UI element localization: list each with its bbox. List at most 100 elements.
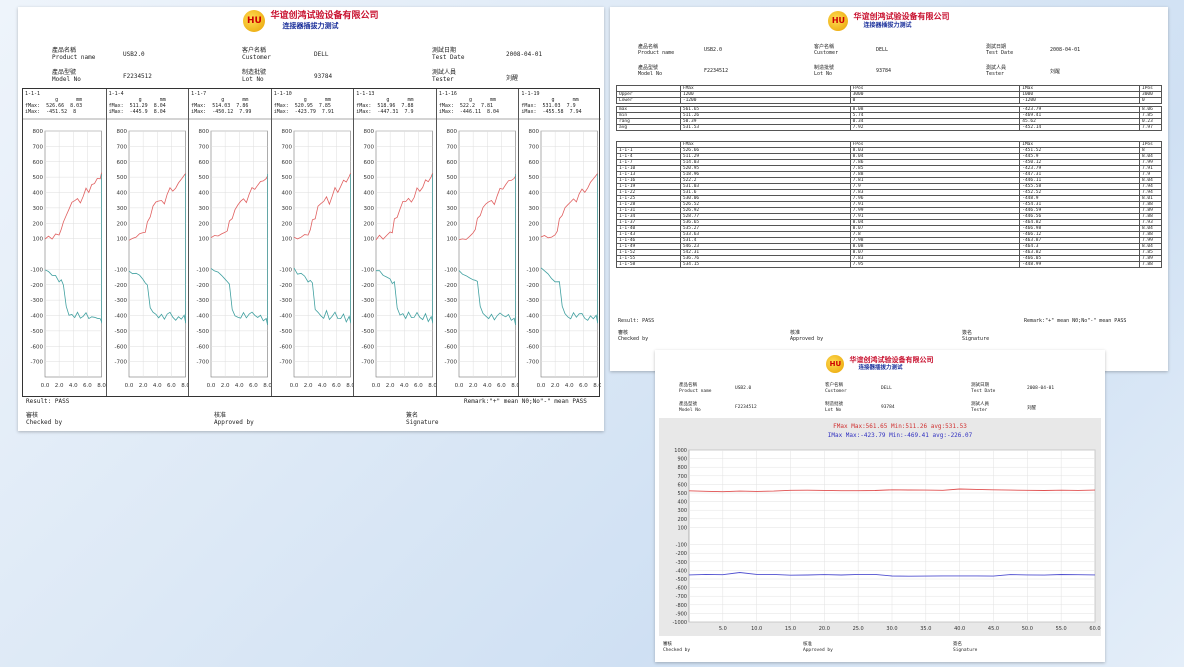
y-tick-label: 700	[281, 144, 292, 150]
x-tick-label: 4.0	[483, 383, 492, 389]
product-value: USB2.0	[735, 386, 752, 391]
x-tick-label: 0.0	[537, 383, 546, 389]
tester-value: 刘醒	[1027, 406, 1036, 411]
table-cell: 1-1-58	[616, 261, 681, 268]
customer-value: DELL	[314, 51, 329, 58]
signature: 簽名 Signature	[406, 412, 439, 426]
x-tick-label: 0.0	[289, 383, 298, 389]
lot-label: 制造批號 Lot No	[242, 69, 267, 83]
x-tick-label: 45.0	[988, 626, 999, 632]
date-label: 測試日期 Test Date	[971, 383, 996, 394]
panel-chart: 800 700 600 500 400 300 200 100 -100 -200 -300 -400…	[23, 118, 106, 389]
y-tick-label: 800	[116, 129, 127, 135]
y-tick-label: -200	[31, 283, 44, 289]
y-tick-label: -400	[362, 314, 375, 320]
panel-chart: 800 700 600 500 400 300 200 100 -100 -200 -300 -400…	[271, 118, 354, 389]
y-tick-label: 300	[446, 206, 457, 212]
y-tick-label: -500	[527, 329, 540, 335]
table-cell: Lower	[616, 97, 681, 104]
checked-by: 審核 Checked by	[618, 330, 649, 342]
test-panel: 1-1-10 g mm fMax: 520.95 7.85 iMax: -423…	[270, 89, 354, 396]
y-tick-label: 200	[364, 221, 375, 227]
y-tick-label: 200	[281, 221, 292, 227]
y-tick-label: 600	[281, 160, 292, 166]
tester-label: 測試人員 Tester	[986, 65, 1007, 77]
x-tick-label: 40.0	[954, 626, 965, 632]
y-tick-label: 1000	[674, 448, 687, 454]
tester-label: 測試人員 Tester	[432, 69, 457, 83]
y-tick-label: 700	[116, 144, 127, 150]
y-tick-label: 800	[281, 129, 292, 135]
y-tick-label: -300	[362, 298, 375, 304]
x-tick-label: 4.0	[152, 383, 161, 389]
y-tick-label: 800	[677, 465, 687, 471]
y-tick-label: -200	[444, 283, 457, 289]
x-tick-label: 2.0	[55, 383, 64, 389]
company-logo: HU	[826, 354, 845, 373]
x-tick-label: 8.0	[511, 383, 518, 389]
remark-text: Remark:"+" mean N0;No"-" mean PASS	[464, 398, 587, 405]
x-tick-label: 6.0	[332, 383, 341, 389]
x-tick-label: 6.0	[167, 383, 176, 389]
tester-value: 刘醒	[1050, 69, 1061, 75]
y-tick-label: 100	[446, 237, 457, 243]
lot-value: 93784	[876, 68, 892, 74]
x-tick-label: 0.0	[124, 383, 133, 389]
y-tick-label: 400	[364, 191, 375, 197]
y-tick-label: 600	[33, 160, 44, 166]
y-tick-label: -200	[527, 283, 540, 289]
y-tick-label: 200	[199, 221, 210, 227]
table-cell: -1200	[679, 97, 851, 104]
report-table-document: HU 华谊创鸿试验设备有限公司 连接器插拔力测试 產品名稱 Product nam…	[610, 7, 1168, 371]
y-tick-label: -500	[31, 329, 44, 335]
x-tick-label: 6.0	[414, 383, 423, 389]
y-tick-label: 200	[116, 221, 127, 227]
y-tick-label: 700	[677, 474, 687, 480]
y-tick-label: -100	[279, 267, 292, 273]
legend-imax: IMax Max:-423.79 Min:-469.41 avg:-226.07	[828, 432, 973, 439]
x-tick-label: 2.0	[303, 383, 312, 389]
table-cell: 0	[1139, 97, 1162, 104]
y-tick-label: 100	[281, 237, 292, 243]
customer-label: 客户名稱 Customer	[242, 47, 271, 61]
y-tick-label: 500	[33, 175, 44, 181]
y-tick-label: -1000	[672, 620, 687, 626]
customer-label: 客户名稱 Customer	[825, 383, 847, 394]
y-tick-label: 800	[446, 129, 457, 135]
y-tick-label: 100	[529, 237, 540, 243]
y-tick-label: -500	[197, 329, 210, 335]
y-tick-label: -200	[279, 283, 292, 289]
y-tick-label: 100	[33, 237, 44, 243]
y-tick-label: -600	[279, 344, 292, 350]
y-tick-label: -500	[444, 329, 457, 335]
x-tick-label: 8.0	[97, 383, 105, 389]
y-tick-label: 300	[199, 206, 210, 212]
table-cell: 0	[849, 97, 1021, 104]
x-tick-label: 4.0	[318, 383, 327, 389]
y-tick-label: -200	[362, 283, 375, 289]
report-trend-document: HU 华谊创鸿试验设备有限公司 连接器插拔力测试 產品名稱 Product nam…	[655, 350, 1105, 662]
y-tick-label: -200	[676, 551, 687, 557]
test-panel: 1-1-1 g mm fMax: 526.66 8.03 iMax: -451.…	[23, 89, 106, 396]
lot-label: 制造批號 Lot No	[825, 402, 843, 413]
y-tick-label: 400	[116, 191, 127, 197]
y-tick-label: 600	[446, 160, 457, 166]
x-tick-label: 4.0	[400, 383, 409, 389]
signature: 簽名 Signature	[962, 330, 990, 342]
x-tick-label: 4.0	[235, 383, 244, 389]
x-tick-label: 8.0	[263, 383, 270, 389]
y-tick-label: 100	[364, 237, 375, 243]
results-table: FMax FPos IMax IPos 1-1-1 526.66 8.03 -451.52 8 1…	[616, 141, 1162, 268]
x-tick-label: 10.0	[751, 626, 762, 632]
y-tick-label: -600	[676, 586, 687, 592]
y-tick-label: -700	[279, 360, 292, 366]
result-text: Result: PASS	[618, 318, 655, 324]
x-tick-label: 0.0	[207, 383, 216, 389]
x-tick-label: 6.0	[249, 383, 258, 389]
table-row: avg 531.53 7.92 -452.14 7.97	[616, 124, 1162, 131]
product-label: 產品名稱 Product name	[638, 44, 675, 56]
approved-by: 核准 Approved by	[214, 412, 254, 426]
date-label: 測試日期 Test Date	[986, 44, 1014, 56]
customer-label: 客户名稱 Customer	[814, 44, 839, 56]
product-label: 產品名稱 Product name	[679, 383, 712, 394]
